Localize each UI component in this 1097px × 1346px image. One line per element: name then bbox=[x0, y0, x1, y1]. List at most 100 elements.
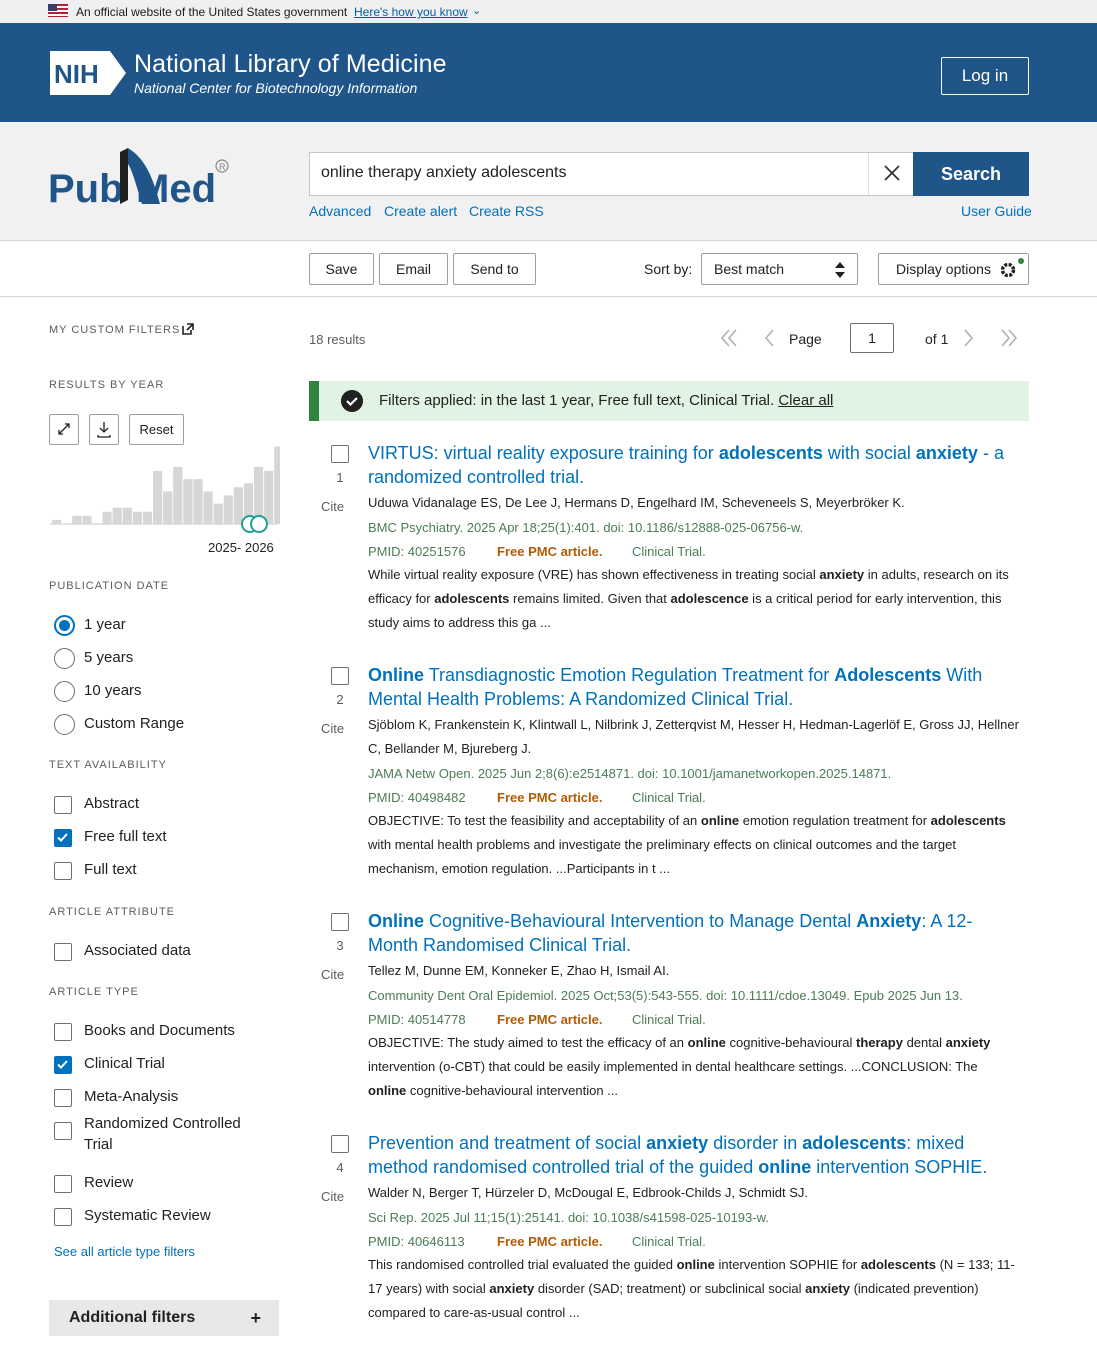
histogram-bar[interactable] bbox=[122, 507, 132, 524]
sort-select[interactable]: Best match bbox=[701, 253, 858, 285]
svg-text:Med: Med bbox=[136, 167, 216, 211]
clear-search-button[interactable] bbox=[868, 153, 914, 195]
display-options-button[interactable]: Display options bbox=[878, 253, 1029, 285]
pub-date-option-label[interactable]: 5 years bbox=[84, 649, 133, 666]
result-pmid: PMID: 40498482 bbox=[368, 790, 466, 805]
result-title-link[interactable]: VIRTUS: virtual reality exposure trainin… bbox=[368, 441, 1008, 489]
histogram-bar[interactable] bbox=[142, 511, 153, 524]
histogram-bar[interactable] bbox=[82, 515, 92, 524]
checkbox[interactable] bbox=[54, 1023, 72, 1041]
radio-button[interactable] bbox=[54, 615, 75, 636]
pubmed-logo[interactable]: Pub Med R bbox=[48, 144, 238, 214]
text-availability-option-label[interactable]: Full text bbox=[84, 861, 137, 878]
svg-text:NIH: NIH bbox=[54, 59, 99, 89]
histogram-bar[interactable] bbox=[153, 471, 163, 524]
histogram-bar[interactable] bbox=[132, 511, 142, 524]
external-link-icon[interactable] bbox=[182, 323, 194, 335]
checkbox[interactable] bbox=[54, 796, 72, 814]
previous-page-icon[interactable] bbox=[757, 323, 781, 353]
article-type-option-label[interactable]: Meta-Analysis bbox=[84, 1088, 178, 1105]
check-circle-icon bbox=[341, 390, 363, 412]
send-to-button[interactable]: Send to bbox=[453, 253, 536, 285]
advanced-search-link[interactable]: Advanced bbox=[309, 203, 371, 219]
publication-type: Clinical Trial. bbox=[632, 544, 706, 559]
article-type-option-label[interactable]: Clinical Trial bbox=[84, 1055, 165, 1072]
additional-filters-button[interactable]: Additional filters + bbox=[49, 1300, 279, 1336]
histogram-bar[interactable] bbox=[213, 503, 223, 524]
next-page-icon[interactable] bbox=[957, 323, 981, 353]
result-title-link[interactable]: Prevention and treatment of social anxie… bbox=[368, 1131, 1008, 1179]
my-custom-filters-label[interactable]: MY CUSTOM FILTERS bbox=[49, 323, 194, 336]
result-checkbox[interactable] bbox=[331, 1135, 349, 1153]
clear-all-filters-link[interactable]: Clear all bbox=[778, 392, 833, 409]
text-availability-option-label[interactable]: Free full text bbox=[84, 828, 167, 845]
article-type-option-label[interactable]: Systematic Review bbox=[84, 1207, 211, 1224]
result-title-link[interactable]: Online Cognitive-Behavioural Interventio… bbox=[368, 909, 1008, 957]
histogram-bar[interactable] bbox=[193, 479, 203, 524]
pub-date-option-label[interactable]: 1 year bbox=[84, 616, 126, 633]
radio-button[interactable] bbox=[54, 648, 75, 669]
histogram-bar[interactable] bbox=[233, 487, 243, 524]
radio-button[interactable] bbox=[54, 714, 75, 735]
create-alert-link[interactable]: Create alert bbox=[384, 203, 457, 219]
histogram-bar[interactable] bbox=[183, 479, 193, 524]
checkbox[interactable] bbox=[54, 862, 72, 880]
search-button[interactable]: Search bbox=[913, 152, 1029, 196]
login-button[interactable]: Log in bbox=[941, 57, 1029, 95]
checkbox[interactable] bbox=[54, 1208, 72, 1226]
article-type-option-label[interactable]: Review bbox=[84, 1174, 133, 1191]
range-slider-handle[interactable] bbox=[250, 515, 268, 533]
histogram-bar[interactable] bbox=[264, 471, 274, 524]
histogram-bar[interactable] bbox=[163, 491, 173, 524]
cite-button[interactable]: Cite bbox=[321, 499, 344, 514]
page-number-input[interactable]: 1 bbox=[850, 323, 894, 353]
reset-chart-button[interactable]: Reset bbox=[129, 414, 184, 445]
see-all-article-types-link[interactable]: See all article type filters bbox=[54, 1244, 195, 1259]
result-checkbox[interactable] bbox=[331, 913, 349, 931]
histogram-bar[interactable] bbox=[223, 495, 233, 524]
svg-text:Pub: Pub bbox=[48, 167, 124, 211]
pub-date-option-label[interactable]: 10 years bbox=[84, 682, 142, 699]
radio-button[interactable] bbox=[54, 681, 75, 702]
histogram-bar[interactable] bbox=[274, 446, 280, 524]
checkbox[interactable] bbox=[54, 1175, 72, 1193]
article-type-option-label[interactable]: Books and Documents bbox=[84, 1022, 235, 1039]
histogram-bar[interactable] bbox=[52, 519, 62, 524]
download-chart-button[interactable] bbox=[89, 414, 119, 445]
result-number: 2 bbox=[336, 692, 344, 707]
expand-chart-button[interactable] bbox=[49, 414, 79, 445]
checkbox[interactable] bbox=[54, 943, 72, 961]
pub-date-option-label[interactable]: Custom Range bbox=[84, 715, 184, 732]
result-checkbox[interactable] bbox=[331, 667, 349, 685]
result-title-link[interactable]: Online Transdiagnostic Emotion Regulatio… bbox=[368, 663, 1008, 711]
nih-logo[interactable]: NIH bbox=[48, 49, 128, 97]
org-title[interactable]: National Library of Medicine bbox=[134, 50, 447, 79]
save-button[interactable]: Save bbox=[309, 253, 374, 285]
email-button[interactable]: Email bbox=[379, 253, 448, 285]
histogram-bar[interactable] bbox=[112, 507, 122, 524]
chevron-down-icon[interactable]: ⌄ bbox=[472, 4, 481, 17]
user-guide-link[interactable]: User Guide bbox=[961, 203, 1032, 219]
last-page-icon[interactable] bbox=[997, 323, 1021, 353]
histogram-bar[interactable] bbox=[72, 515, 82, 524]
cite-button[interactable]: Cite bbox=[321, 967, 344, 982]
first-page-icon[interactable] bbox=[717, 323, 741, 353]
checkbox[interactable] bbox=[54, 1089, 72, 1107]
checkbox[interactable] bbox=[54, 1056, 72, 1074]
search-input[interactable] bbox=[321, 164, 861, 182]
result-citation: BMC Psychiatry. 2025 Apr 18;25(1):401. d… bbox=[368, 520, 804, 535]
text-availability-option-label[interactable]: Abstract bbox=[84, 795, 139, 812]
checkbox[interactable] bbox=[54, 829, 72, 847]
create-rss-link[interactable]: Create RSS bbox=[469, 203, 544, 219]
result-checkbox[interactable] bbox=[331, 445, 349, 463]
histogram-bar[interactable] bbox=[173, 466, 183, 524]
histogram-bar[interactable] bbox=[102, 511, 112, 524]
heres-how-you-know-link[interactable]: Here's how you know bbox=[354, 5, 468, 19]
checkbox[interactable] bbox=[54, 1122, 72, 1140]
sort-by-label: Sort by: bbox=[644, 261, 693, 277]
histogram-bar[interactable] bbox=[203, 491, 213, 524]
cite-button[interactable]: Cite bbox=[321, 1189, 344, 1204]
article-type-option-label[interactable]: Randomized Controlled Trial bbox=[84, 1113, 264, 1155]
cite-button[interactable]: Cite bbox=[321, 721, 344, 736]
article-attribute-option-label[interactable]: Associated data bbox=[84, 942, 191, 959]
